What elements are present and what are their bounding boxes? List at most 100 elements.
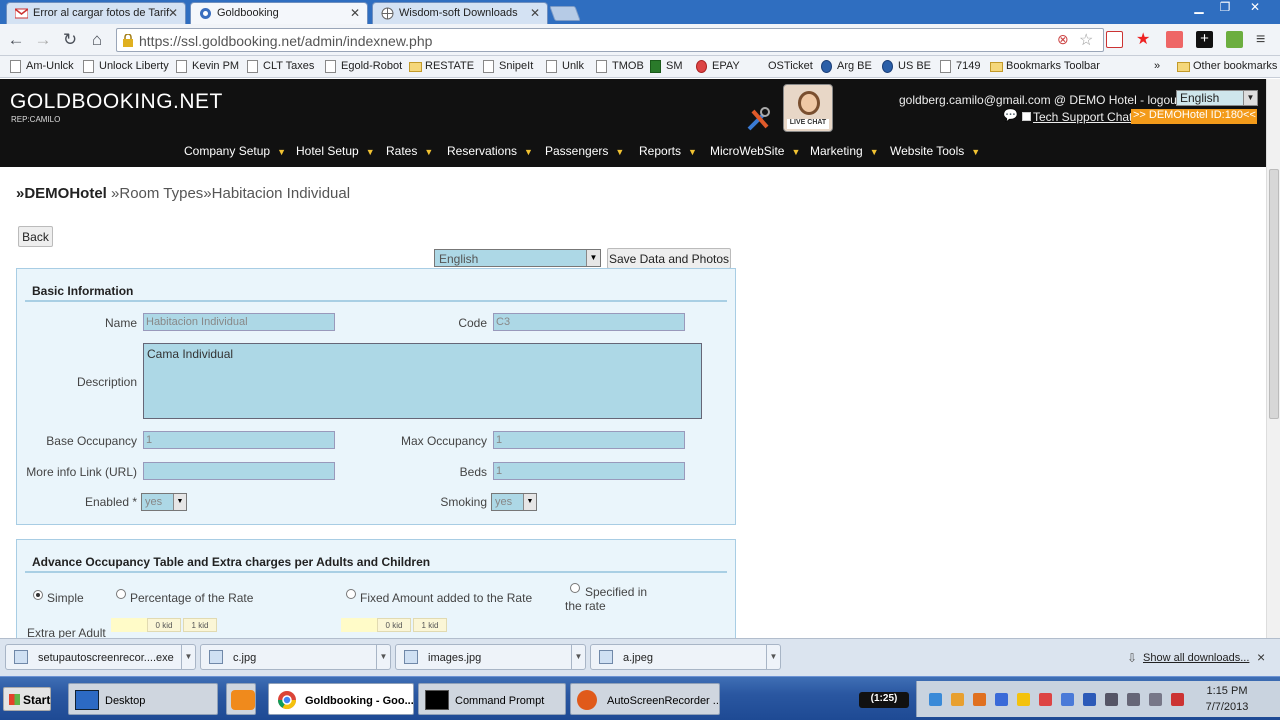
close-downloads-icon[interactable]: × (1257, 649, 1265, 665)
tray-icon[interactable] (1061, 693, 1074, 706)
code-input[interactable]: C3 (493, 313, 685, 331)
bookmark-item[interactable]: SnipeIt (483, 60, 533, 73)
enabled-select[interactable]: yes ▼ (141, 493, 187, 511)
form-language-select[interactable]: English ▼ (434, 249, 601, 267)
star-icon[interactable]: ☆ (1079, 30, 1093, 50)
live-chat-button[interactable]: LIVE CHAT (783, 84, 833, 132)
user-line[interactable]: goldberg.camilo@gmail.com @ DEMO Hotel -… (899, 93, 1180, 107)
close-tab-icon[interactable]: ✕ (530, 6, 540, 20)
percentage-radio[interactable] (116, 589, 126, 599)
forward-arrow-icon[interactable]: → (33, 30, 53, 50)
tech-support-link[interactable]: Tech Support Chat (1033, 110, 1132, 124)
tray-icon[interactable] (1105, 693, 1118, 706)
clock[interactable]: 1:15 PM 7/7/2013 (1200, 683, 1254, 715)
drive-icon[interactable] (1017, 693, 1030, 706)
nav-company-setup[interactable]: Company Setup ▼ (184, 144, 286, 158)
simple-radio[interactable] (33, 590, 43, 600)
site-language-select[interactable]: English ▼ (1176, 90, 1258, 106)
nav-reports[interactable]: Reports ▼ (639, 144, 697, 158)
scrollbar-thumb[interactable] (1269, 169, 1279, 419)
add-extension-icon[interactable]: + (1196, 31, 1213, 48)
chevron-down-icon[interactable]: ▼ (766, 645, 780, 669)
download-item[interactable]: a.jpeg ▼ (590, 644, 781, 670)
media-player-task[interactable] (226, 683, 256, 715)
tray-icon[interactable] (1039, 693, 1052, 706)
new-tab-button[interactable] (549, 6, 581, 21)
save-data-button[interactable]: Save Data and Photos (607, 248, 731, 269)
task-goldbooking[interactable]: Goldbooking - Goo... (268, 683, 414, 715)
bookmark-item[interactable]: US BE (882, 60, 931, 73)
bluetooth-icon[interactable] (1083, 693, 1096, 706)
info-link-input[interactable] (143, 462, 335, 480)
site-logo[interactable]: GOLDBOOKING.NET (10, 90, 223, 114)
nav-website-tools[interactable]: Website Tools ▼ (890, 144, 980, 158)
chevron-down-icon[interactable]: ▼ (376, 645, 390, 669)
back-button[interactable]: Back (18, 226, 53, 247)
download-item[interactable]: setupautoscreenrecor....exe ▼ (5, 644, 196, 670)
nav-rates[interactable]: Rates ▼ (386, 144, 433, 158)
bookmark-item[interactable]: EPAY (696, 60, 740, 73)
android-extension-icon[interactable] (1226, 31, 1243, 48)
chevron-down-icon[interactable]: ▼ (181, 645, 195, 669)
task-command-prompt[interactable]: Command Prompt (418, 683, 566, 715)
tray-icon[interactable] (929, 693, 942, 706)
menu-wrench-icon[interactable]: ≡ (1256, 31, 1273, 48)
bookmark-item[interactable]: SM (650, 60, 683, 73)
nav-reservations[interactable]: Reservations ▼ (447, 144, 533, 158)
bookmark-folder[interactable]: RESTATE (409, 60, 474, 72)
bookmark-item[interactable]: Unlk (546, 60, 584, 73)
volume-icon[interactable] (1149, 693, 1162, 706)
nav-passengers[interactable]: Passengers ▼ (545, 144, 624, 158)
gmail-extension-icon[interactable] (1106, 31, 1123, 48)
nav-marketing[interactable]: Marketing ▼ (810, 144, 879, 158)
bookmark-item[interactable]: TMOB (596, 60, 644, 73)
tab-wisdom-soft[interactable]: Wisdom-soft Downloads ✕ (372, 2, 548, 24)
description-textarea[interactable]: Cama Individual (143, 343, 702, 419)
show-all-downloads-link[interactable]: Show all downloads... (1143, 652, 1249, 664)
chevron-down-icon[interactable]: ▼ (571, 645, 585, 669)
restore-icon[interactable]: ❐ (1212, 0, 1238, 14)
support-checkbox[interactable] (1022, 112, 1031, 121)
bookmark-item[interactable]: OSTicket (752, 60, 813, 72)
breadcrumb-hotel[interactable]: »DEMOHotel (16, 185, 107, 202)
home-icon[interactable]: ⌂ (87, 30, 107, 50)
max-occupancy-input[interactable]: 1 (493, 431, 685, 449)
task-autoscreenrecorder[interactable]: AutoScreenRecorder ... (570, 683, 720, 715)
stop-extension-icon[interactable]: ⊗ (1057, 31, 1069, 48)
tray-icon[interactable] (995, 693, 1008, 706)
tray-icon[interactable] (973, 693, 986, 706)
reload-icon[interactable]: ↻ (60, 30, 80, 50)
specified-radio[interactable] (570, 583, 580, 593)
start-button[interactable]: Start (3, 687, 51, 711)
bookmark-item[interactable]: Unlock Liberty (83, 60, 169, 73)
base-occupancy-input[interactable]: 1 (143, 431, 335, 449)
close-tab-icon[interactable]: ✕ (350, 6, 360, 20)
bookmark-folder[interactable]: Bookmarks Toolbar (990, 60, 1100, 72)
tab-goldbooking[interactable]: Goldbooking ✕ (190, 2, 368, 24)
tray-icon[interactable] (951, 693, 964, 706)
download-item[interactable]: images.jpg ▼ (395, 644, 586, 670)
network-icon[interactable] (1171, 693, 1184, 706)
fixed-amount-radio[interactable] (346, 589, 356, 599)
back-arrow-icon[interactable]: ← (6, 30, 26, 50)
bookmarks-overflow-button[interactable]: » (1154, 60, 1160, 72)
address-bar[interactable]: https://ssl.goldbooking.net/admin/indexn… (116, 28, 1104, 52)
tab-gmail[interactable]: Error al cargar fotos de Tarif ✕ (6, 2, 186, 24)
close-tab-icon[interactable]: ✕ (168, 6, 178, 20)
beds-input[interactable]: 1 (493, 462, 685, 480)
bookmark-item[interactable]: CLT Taxes (247, 60, 314, 73)
bookmark-item[interactable]: 7149 (940, 60, 980, 73)
minimize-icon[interactable]: ▁ (1186, 0, 1212, 14)
extension-icon[interactable] (1166, 31, 1183, 48)
smoking-select[interactable]: yes ▼ (491, 493, 537, 511)
battery-icon[interactable] (1127, 693, 1140, 706)
download-item[interactable]: c.jpg ▼ (200, 644, 391, 670)
nav-microwebsite[interactable]: MicroWebSite ▼ (710, 144, 800, 158)
page-scrollbar[interactable] (1266, 79, 1280, 638)
name-input[interactable]: Habitacion Individual (143, 313, 335, 331)
bookmark-item[interactable]: Kevin PM (176, 60, 239, 73)
bookmark-star-icon[interactable]: ★ (1136, 31, 1153, 48)
tools-icon[interactable] (745, 105, 773, 133)
nav-hotel-setup[interactable]: Hotel Setup ▼ (296, 144, 375, 158)
bookmark-item[interactable]: Egold-Robot (325, 60, 402, 73)
